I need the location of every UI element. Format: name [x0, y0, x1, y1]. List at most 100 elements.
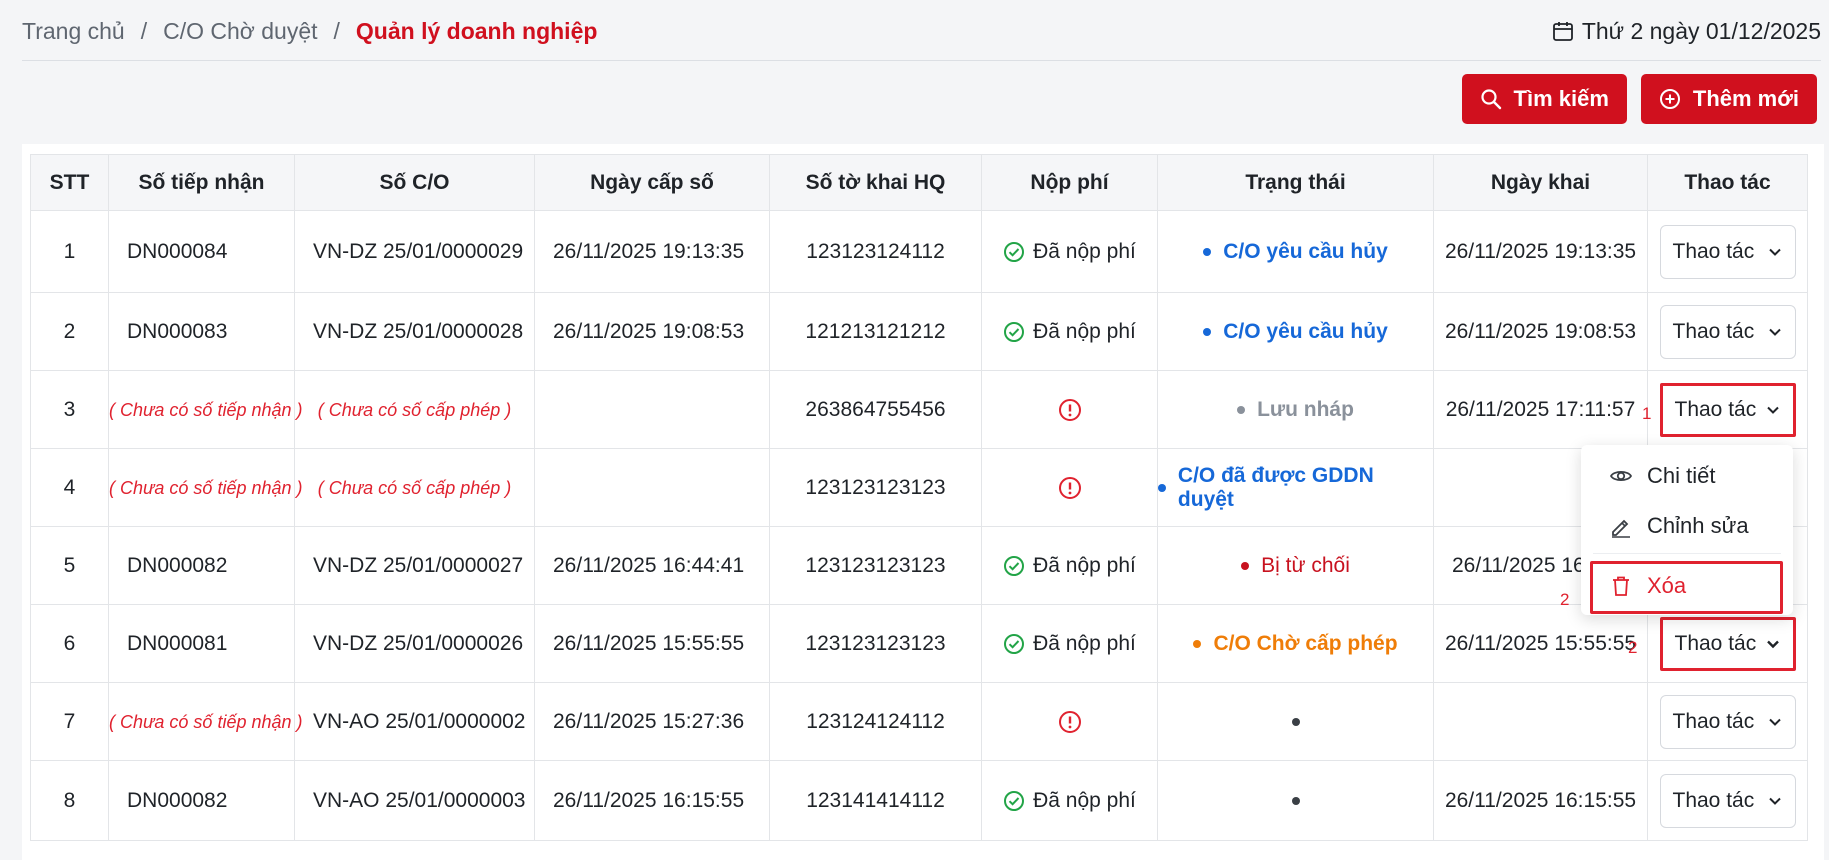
- breadcrumb-separator: /: [333, 18, 340, 44]
- table-row: 8 DN000082 VN-AO 25/01/0000003 26/11/202…: [30, 760, 1808, 841]
- no-permit-text: ( Chưa có số cấp phép ): [317, 477, 512, 498]
- add-new-button-label: Thêm mới: [1692, 86, 1799, 111]
- action-label: Thao tác: [1672, 319, 1755, 343]
- check-circle-icon: [1004, 321, 1025, 342]
- fee-label: Đã nộp phí: [1033, 631, 1136, 655]
- check-circle-icon: [1004, 241, 1025, 262]
- cell-co: VN-DZ 25/01/0000029: [294, 210, 535, 293]
- current-date: Thứ 2 ngày 01/12/2025: [1552, 16, 1821, 46]
- cell-stt: 7: [30, 682, 109, 761]
- cell-action: Thao tác: [1647, 210, 1808, 293]
- cell-co: ( Chưa có số cấp phép ): [294, 370, 535, 449]
- col-header-issued: Ngày cấp số: [534, 154, 770, 211]
- cell-co: VN-AO 25/01/0000002: [294, 682, 535, 761]
- cell-receipt: ( Chưa có số tiếp nhận ): [108, 448, 303, 527]
- col-header-status: Trạng thái: [1157, 154, 1434, 211]
- alert-circle-icon: [1058, 476, 1081, 499]
- cell-fee: Đã nộp phí: [981, 526, 1158, 605]
- action-dropdown-button[interactable]: Thao tác: [1659, 616, 1796, 671]
- no-receipt-text: ( Chưa có số tiếp nhận ): [109, 399, 303, 420]
- table-row: 2 DN000083 VN-DZ 25/01/0000028 26/11/202…: [30, 292, 1808, 371]
- status-text: C/O đã được GDDN duyệt: [1177, 463, 1374, 511]
- calendar-icon: [1552, 22, 1573, 41]
- chevron-down-icon: [1768, 797, 1781, 805]
- cell-issued: 26/11/2025 16:44:41: [534, 526, 770, 605]
- action-dropdown-button[interactable]: Thao tác: [1659, 382, 1796, 437]
- fee-label: Đã nộp phí: [1033, 319, 1136, 343]
- cell-declared: 26/11/2025 19:13:35: [1433, 210, 1648, 293]
- cell-status: Lưu nháp: [1157, 370, 1434, 449]
- status-dot: [1203, 247, 1212, 256]
- chevron-down-icon: [1768, 718, 1781, 726]
- chevron-down-icon: [1766, 406, 1779, 414]
- status-text: Lưu nháp: [1257, 397, 1354, 421]
- breadcrumb-current: Quản lý doanh nghiệp: [355, 18, 598, 44]
- cell-action: Thao tác: [1647, 604, 1808, 683]
- fee-label: Đã nộp phí: [1033, 239, 1136, 263]
- cell-issued: 26/11/2025 15:55:55: [534, 604, 770, 683]
- check-circle-icon: [1004, 555, 1025, 576]
- cell-fee: [981, 448, 1158, 527]
- cell-declared: [1433, 682, 1648, 761]
- alert-circle-icon: [1058, 398, 1081, 421]
- status-text: C/O Chờ cấp phép: [1213, 631, 1398, 655]
- menu-item-edit[interactable]: Chỉnh sửa: [1609, 513, 1749, 539]
- toolbar: Tìm kiếm Thêm mới: [1461, 74, 1817, 124]
- page-header: Trang chủ / C/O Chờ duyệt / Quản lý doan…: [0, 0, 1829, 62]
- action-dropdown-button[interactable]: Thao tác: [1659, 773, 1796, 828]
- add-new-button[interactable]: Thêm mới: [1640, 74, 1817, 124]
- cell-status: [1157, 760, 1434, 841]
- status-text: C/O yêu cầu hủy: [1223, 239, 1388, 263]
- search-button[interactable]: Tìm kiếm: [1461, 74, 1627, 124]
- menu-item-label: Chỉnh sửa: [1647, 513, 1749, 538]
- action-label: Thao tác: [1672, 788, 1755, 812]
- action-dropdown-button[interactable]: Thao tác: [1659, 224, 1796, 279]
- cell-status: C/O yêu cầu hủy: [1157, 292, 1434, 371]
- cell-stt: 6: [30, 604, 109, 683]
- cell-fee: [981, 682, 1158, 761]
- fee-label: Đã nộp phí: [1033, 788, 1136, 812]
- cell-receipt: DN000081: [108, 604, 295, 683]
- cell-stt: 2: [30, 292, 109, 371]
- cell-receipt: DN000082: [108, 760, 295, 841]
- action-dropdown-button[interactable]: Thao tác: [1659, 304, 1796, 359]
- cell-status: C/O đã được GDDN duyệt: [1157, 448, 1434, 527]
- cell-customs: 123123123123: [769, 448, 982, 527]
- status-text: Bị từ chối: [1261, 553, 1350, 577]
- cell-status: [1157, 682, 1434, 761]
- search-button-label: Tìm kiếm: [1513, 86, 1609, 111]
- cell-action: Thao tác: [1647, 292, 1808, 371]
- cell-declared: 26/11/2025 15:55:55: [1433, 604, 1648, 683]
- status-dot: [1241, 561, 1250, 570]
- breadcrumb-home[interactable]: Trang chủ: [22, 16, 125, 46]
- status-dot: [1291, 717, 1300, 726]
- cell-fee: Đã nộp phí: [981, 760, 1158, 841]
- action-dropdown-button[interactable]: Thao tác: [1659, 694, 1796, 749]
- cell-co: VN-AO 25/01/0000003: [294, 760, 535, 841]
- date-text: Thứ 2 ngày 01/12/2025: [1581, 18, 1821, 44]
- cell-action: Thao tác: [1647, 370, 1808, 449]
- cell-receipt: ( Chưa có số tiếp nhận ): [108, 682, 303, 761]
- cell-co: VN-DZ 25/01/0000026: [294, 604, 535, 683]
- cell-declared: 26/11/2025 17:11:57: [1433, 370, 1648, 449]
- menu-item-label: Chi tiết: [1647, 463, 1716, 488]
- menu-item-detail[interactable]: Chi tiết: [1609, 463, 1715, 489]
- status-dot: [1203, 327, 1212, 336]
- cell-stt: 3: [30, 370, 109, 449]
- no-receipt-text: ( Chưa có số tiếp nhận ): [109, 477, 303, 498]
- cell-receipt: DN000082: [108, 526, 295, 605]
- cell-fee: Đã nộp phí: [981, 210, 1158, 293]
- action-label: Thao tác: [1672, 709, 1755, 733]
- breadcrumb-separator: /: [140, 18, 148, 44]
- cell-fee: [981, 370, 1158, 449]
- cell-stt: 1: [30, 210, 109, 293]
- action-label: Thao tác: [1674, 397, 1757, 421]
- breadcrumb-section[interactable]: C/O Chờ duyệt: [163, 16, 317, 46]
- cell-co: ( Chưa có số cấp phép ): [294, 448, 535, 527]
- cell-customs: 123141414112: [769, 760, 982, 841]
- action-label: Thao tác: [1672, 239, 1755, 263]
- table-row: 3 ( Chưa có số tiếp nhận ) ( Chưa có số …: [30, 370, 1808, 449]
- col-header-co: Số C/O: [294, 154, 535, 211]
- cell-action: Thao tác: [1647, 760, 1808, 841]
- cell-customs: 121213121212: [769, 292, 982, 371]
